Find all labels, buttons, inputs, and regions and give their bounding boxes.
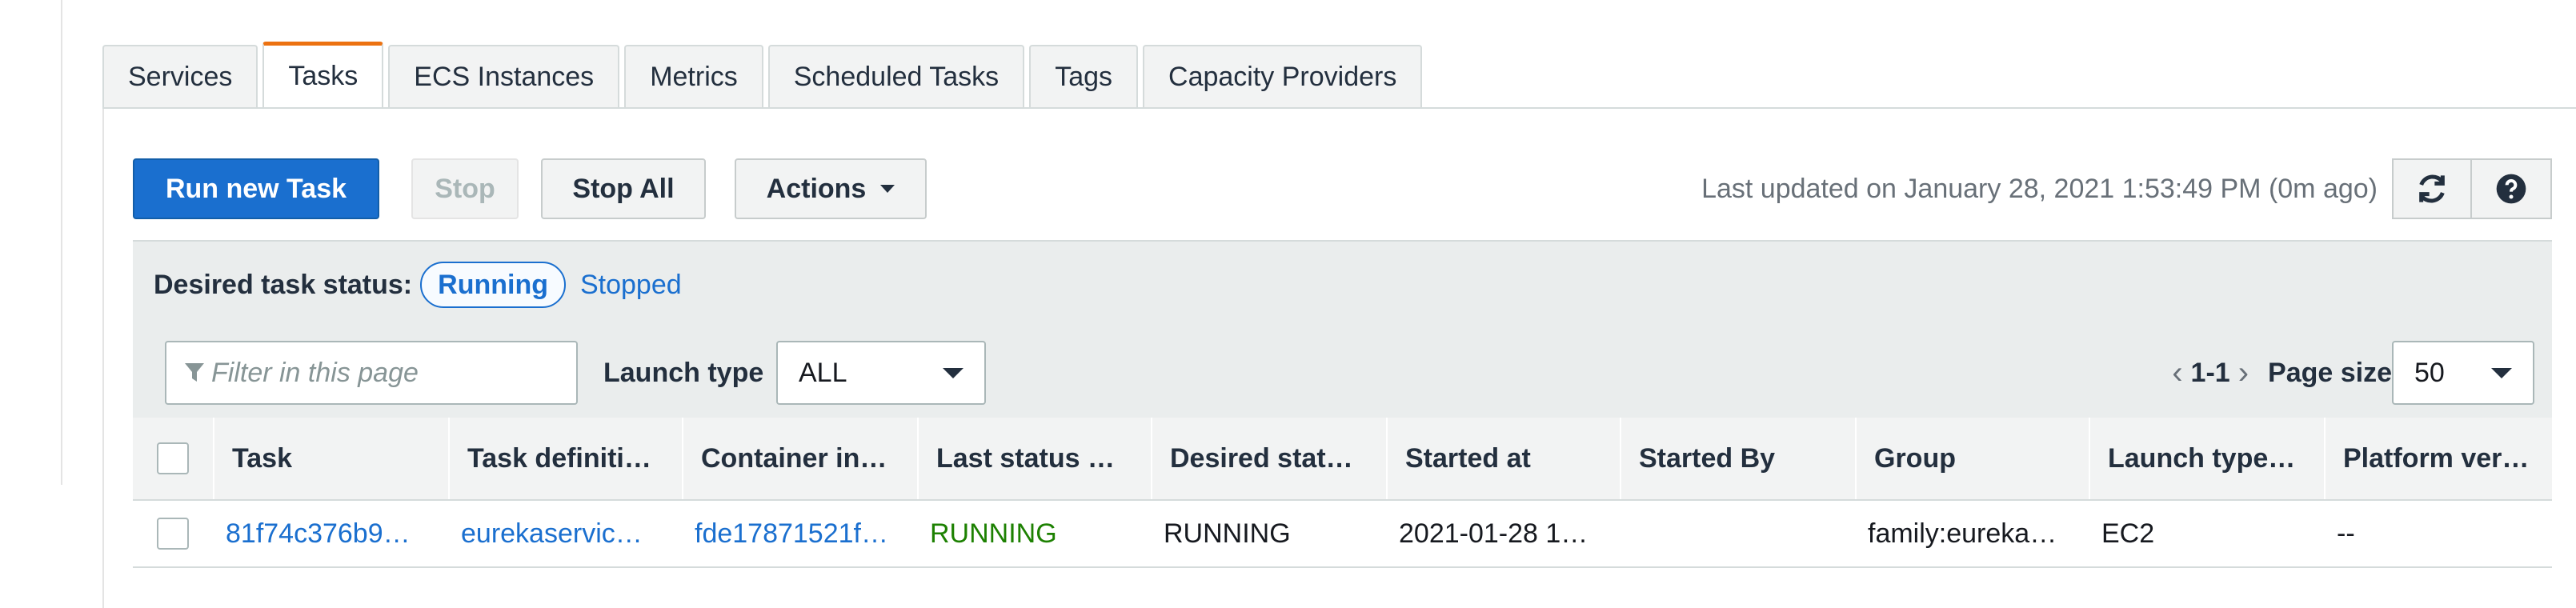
column-header-platform-version[interactable]: Platform ver… bbox=[2324, 418, 2552, 499]
row-select-cell bbox=[133, 501, 213, 566]
desired-status-cell: RUNNING bbox=[1164, 518, 1291, 549]
column-header-group[interactable]: Group bbox=[1855, 418, 2089, 499]
caret-down-icon bbox=[943, 367, 963, 378]
page-left-divider bbox=[61, 0, 62, 485]
run-new-task-button[interactable]: Run new Task bbox=[133, 158, 379, 219]
stop-button[interactable]: Stop bbox=[411, 158, 519, 219]
launch-type-select[interactable]: ALL bbox=[776, 341, 986, 405]
table-header: Task Task definiti… Container in… Last s… bbox=[133, 418, 2552, 501]
help-icon bbox=[2496, 174, 2526, 204]
actions-label: Actions bbox=[766, 173, 867, 204]
started-by-cell bbox=[1620, 501, 1855, 566]
refresh-button[interactable] bbox=[2392, 158, 2472, 219]
filter-placeholder: Filter in this page bbox=[211, 357, 419, 388]
pagination: ‹ 1-1 › Page size bbox=[2164, 328, 2392, 418]
launch-type-value: ALL bbox=[799, 357, 847, 388]
desired-status-bar: Desired task status: Running Stopped bbox=[133, 240, 2552, 330]
column-header-started-by[interactable]: Started By bbox=[1620, 418, 1855, 499]
last-status-cell: RUNNING bbox=[930, 518, 1057, 549]
select-all-cell bbox=[133, 418, 213, 499]
column-header-launch-type[interactable]: Launch type… bbox=[2089, 418, 2324, 499]
tab-ecs-instances[interactable]: ECS Instances bbox=[388, 45, 620, 107]
actions-dropdown-button[interactable]: Actions bbox=[735, 158, 927, 219]
tasks-table: Task Task definiti… Container in… Last s… bbox=[133, 418, 2552, 568]
container-instance-link[interactable]: fde17871521f… bbox=[682, 501, 917, 566]
tab-metrics[interactable]: Metrics bbox=[624, 45, 763, 107]
filter-input[interactable]: Filter in this page bbox=[165, 341, 578, 405]
launch-type-cell: EC2 bbox=[2101, 518, 2155, 549]
column-header-container-instance[interactable]: Container in… bbox=[682, 418, 917, 499]
group-cell: family:eureka… bbox=[1868, 518, 2057, 549]
launch-type-label: Launch type bbox=[603, 358, 764, 388]
tab-tasks[interactable]: Tasks bbox=[262, 42, 384, 107]
started-at-cell: 2021-01-28 1… bbox=[1399, 518, 1588, 549]
page-size-select[interactable]: 50 bbox=[2392, 341, 2534, 405]
help-button[interactable] bbox=[2472, 158, 2552, 219]
desired-status-label: Desired task status: bbox=[154, 269, 413, 300]
column-header-desired-status[interactable]: Desired stat… bbox=[1151, 418, 1386, 499]
caret-down-icon bbox=[2491, 367, 2512, 378]
tab-services[interactable]: Services bbox=[102, 45, 258, 107]
tab-scheduled-tasks[interactable]: Scheduled Tasks bbox=[767, 45, 1025, 107]
caret-down-icon bbox=[880, 185, 895, 193]
page-range: 1-1 bbox=[2190, 357, 2230, 388]
table-row: 81f74c376b9… eurekaservic… fde17871521f…… bbox=[133, 501, 2552, 568]
filter-bar: Filter in this page Launch type ALL ‹ 1-… bbox=[133, 328, 2552, 419]
task-id-link[interactable]: 81f74c376b9… bbox=[213, 501, 448, 566]
page-size-value: 50 bbox=[2414, 357, 2445, 388]
previous-page-icon[interactable]: ‹ bbox=[2172, 355, 2182, 391]
column-header-started-at[interactable]: Started at bbox=[1386, 418, 1620, 499]
select-all-checkbox[interactable] bbox=[157, 442, 189, 474]
panel-left-border bbox=[102, 107, 104, 608]
next-page-icon[interactable]: › bbox=[2238, 355, 2249, 391]
status-filter-stopped[interactable]: Stopped bbox=[580, 270, 682, 301]
page-size-label: Page size bbox=[2268, 357, 2392, 388]
filter-icon bbox=[185, 363, 204, 382]
cluster-tabs: Services Tasks ECS Instances Metrics Sch… bbox=[102, 42, 1427, 107]
column-header-task-definition[interactable]: Task definiti… bbox=[448, 418, 682, 499]
column-header-task[interactable]: Task bbox=[213, 418, 448, 499]
tab-capacity-providers[interactable]: Capacity Providers bbox=[1143, 45, 1423, 107]
platform-version-cell: -- bbox=[2337, 518, 2355, 549]
refresh-icon bbox=[2419, 174, 2445, 203]
task-definition-link[interactable]: eurekaservic… bbox=[448, 501, 682, 566]
stop-all-button[interactable]: Stop All bbox=[541, 158, 706, 219]
row-checkbox[interactable] bbox=[157, 518, 189, 550]
status-filter-running[interactable]: Running bbox=[420, 262, 566, 308]
last-updated-text: Last updated on January 28, 2021 1:53:49… bbox=[1701, 174, 2378, 204]
toolbar-icon-group bbox=[2392, 158, 2552, 219]
tabs-underline bbox=[102, 107, 2576, 109]
column-header-last-status[interactable]: Last status … bbox=[917, 418, 1151, 499]
tasks-toolbar: Run new Task Stop Stop All Actions Last … bbox=[133, 158, 2552, 221]
tab-tags[interactable]: Tags bbox=[1029, 45, 1139, 107]
